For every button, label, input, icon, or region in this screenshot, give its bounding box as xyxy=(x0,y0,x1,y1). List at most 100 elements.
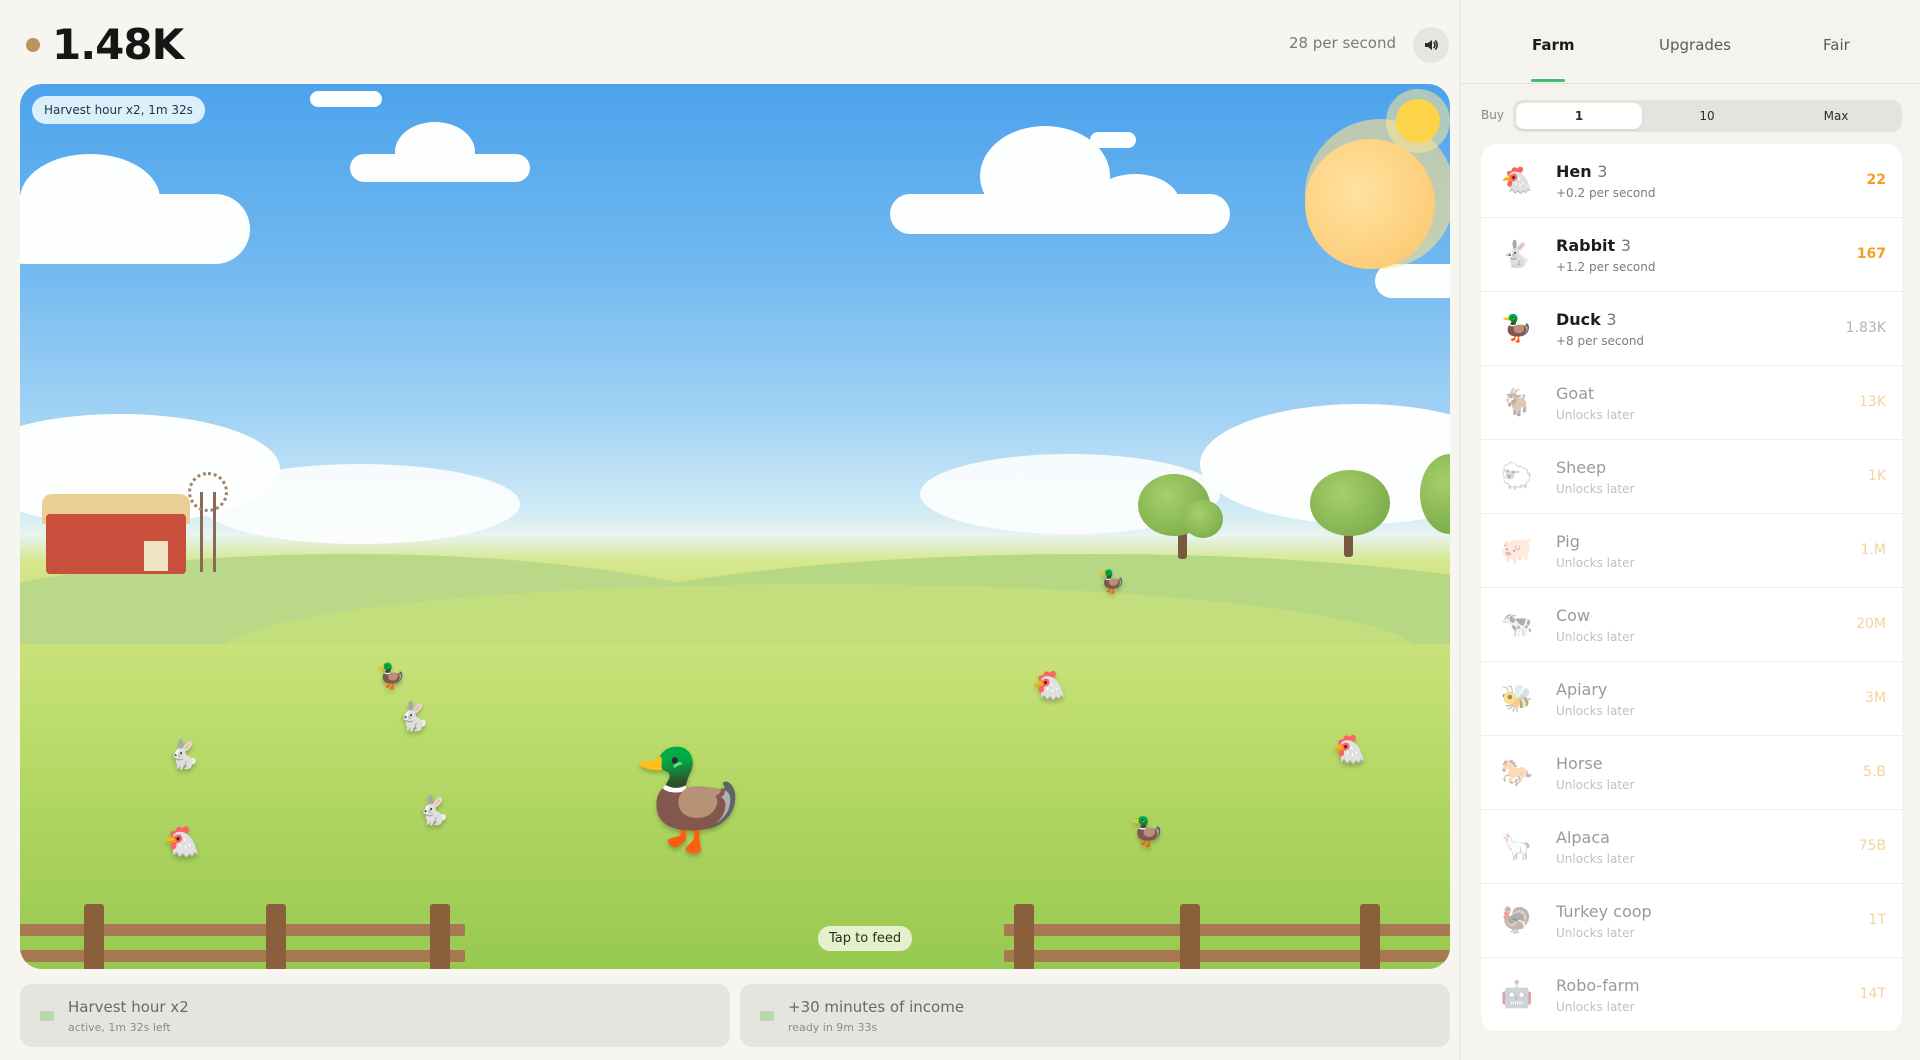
tab-farm[interactable]: Farm xyxy=(1532,36,1575,54)
duck-icon: 🦆 xyxy=(630,742,750,855)
sheep-icon: 🐑 xyxy=(1500,462,1534,492)
shop-item-sheep[interactable]: 🐑 Sheep Unlocks later 1K xyxy=(1481,440,1902,514)
buy-quantity-label: Buy xyxy=(1481,108,1504,122)
shop-item-count: 3 xyxy=(1597,162,1608,181)
bonus-coin-icon[interactable] xyxy=(1396,99,1440,143)
shop-item-price: 75B xyxy=(1858,838,1886,854)
shop-item-title: Cow xyxy=(1556,606,1591,625)
shop-item-name: Alpaca xyxy=(1556,828,1610,847)
shop-item-title: Duck xyxy=(1556,310,1601,329)
shop-item-title: Goat xyxy=(1556,384,1595,403)
shop-item-goat[interactable]: 🐐 Goat Unlocks later 13K xyxy=(1481,366,1902,440)
robot-icon: 🤖 xyxy=(1500,980,1534,1010)
shop-item-count: 3 xyxy=(1620,236,1631,255)
active-boost-badge: Harvest hour x2, 1m 32s xyxy=(32,96,205,124)
horse-icon: 🐎 xyxy=(1500,758,1534,788)
shop-item-subtitle: +1.2 per second xyxy=(1556,260,1656,274)
balance-value: 1.48K xyxy=(52,20,184,69)
shop-item-price: 3M xyxy=(1865,690,1886,706)
tab-fair[interactable]: Fair xyxy=(1823,36,1850,54)
farm-scene[interactable]: 🦆 🐔 🐔 🐔 🐇 🐇 🐇 🦆 🦆 🦆 Harvest hour x2, 1m … xyxy=(20,84,1450,969)
shop-item-cow[interactable]: 🐄 Cow Unlocks later 20M xyxy=(1481,588,1902,662)
shop-item-horse[interactable]: 🐎 Horse Unlocks later 5.B xyxy=(1481,736,1902,810)
shop-item-price: 1T xyxy=(1868,912,1886,928)
shop-item-duck[interactable]: 🦆 Duck 3 +8 per second 1.83K xyxy=(1481,292,1902,366)
pig-icon: 🐖 xyxy=(1500,536,1534,566)
tree xyxy=(1300,460,1400,560)
rabbit-icon: 🐇 xyxy=(395,699,431,733)
shop-item-subtitle: Unlocks later xyxy=(1556,704,1635,718)
cloud xyxy=(20,154,160,244)
shop-item-pig[interactable]: 🐖 Pig Unlocks later 1.M xyxy=(1481,514,1902,588)
buy-1-option[interactable]: 1 xyxy=(1516,103,1642,129)
shop-item-name: Robo-farm xyxy=(1556,976,1640,995)
shop-item-rabbit[interactable]: 🐇 Rabbit 3 +1.2 per second 167 xyxy=(1481,218,1902,292)
cloud xyxy=(1375,264,1450,298)
speaker-icon xyxy=(1425,40,1438,50)
shop-item-price: 14T xyxy=(1859,986,1886,1002)
hen-icon: 🐔 xyxy=(163,824,201,860)
shop-item-subtitle: Unlocks later xyxy=(1556,630,1635,644)
booster-subtitle: active, 1m 32s left xyxy=(68,1021,171,1034)
duck-icon: 🦆 xyxy=(1129,814,1165,848)
sound-toggle-button[interactable] xyxy=(1413,27,1449,63)
duck-icon: 🦆 xyxy=(1098,569,1126,595)
rabbit-icon: 🐇 xyxy=(415,793,451,827)
shop-item-price: 13K xyxy=(1859,394,1886,410)
shop-item-hen[interactable]: 🐔 Hen 3 +0.2 per second 22 xyxy=(1481,144,1902,218)
shop-item-alpaca[interactable]: 🦙 Alpaca Unlocks later 75B xyxy=(1481,810,1902,884)
shop-item-robo-farm[interactable]: 🤖 Robo-farm Unlocks later 14T xyxy=(1481,958,1902,1032)
shop-item-name: Goat xyxy=(1556,384,1594,403)
shop-item-price: 1.83K xyxy=(1845,320,1886,336)
hen-icon: 🐔 xyxy=(1331,732,1367,766)
shop-item-name: Pig xyxy=(1556,532,1580,551)
rabbit-icon: 🐇 xyxy=(165,737,201,771)
shop-item-price: 22 xyxy=(1866,172,1886,188)
shop-item-price: 20M xyxy=(1856,616,1886,632)
shop-item-title: Horse xyxy=(1556,754,1603,773)
booster-title: Harvest hour x2 xyxy=(68,998,189,1016)
shop-item-subtitle: Unlocks later xyxy=(1556,926,1635,940)
shop-item-count: 3 xyxy=(1606,310,1617,329)
game-area: 1.48K 28 per second 🦆 🐔 🐔 🐔 🐇 🐇 🐇 🦆 🦆 🦆 … xyxy=(0,0,1459,1060)
hen-icon: 🐔 xyxy=(1031,668,1067,702)
booster-income-bonus[interactable]: +30 minutes of income ready in 9m 33s xyxy=(740,984,1450,1047)
shop-item-turkey-coop[interactable]: 🦃 Turkey coop Unlocks later 1T xyxy=(1481,884,1902,958)
cloud xyxy=(1090,174,1180,234)
goat-icon: 🐐 xyxy=(1500,388,1534,418)
coin-icon xyxy=(26,38,40,52)
buy-quantity-selector: 1 10 Max xyxy=(1513,100,1902,132)
shop-item-title: Alpaca xyxy=(1556,828,1610,847)
shop-item-name: Duck 3 xyxy=(1556,310,1617,329)
shop-item-name: Rabbit 3 xyxy=(1556,236,1631,255)
duck-icon: 🦆 xyxy=(1500,314,1534,344)
booster-icon xyxy=(40,1011,54,1021)
shop-item-title: Sheep xyxy=(1556,458,1607,477)
shop-item-subtitle: +8 per second xyxy=(1556,334,1645,348)
booster-harvest-hour[interactable]: Harvest hour x2 active, 1m 32s left xyxy=(20,984,730,1047)
shop-item-title: Apiary xyxy=(1556,680,1608,699)
animal-list: 🐔 Hen 3 +0.2 per second 22 🐇 Rabbit 3 +1.2 per… xyxy=(1481,144,1902,1032)
shop-item-subtitle: Unlocks later xyxy=(1556,852,1635,866)
income-rate: 28 per second xyxy=(1288,34,1396,52)
shop-item-title: Hen xyxy=(1556,162,1592,181)
shop-item-name: Cow xyxy=(1556,606,1590,625)
shop-item-title: Robo-farm xyxy=(1556,976,1640,995)
shop-item-apiary[interactable]: 🐝 Apiary Unlocks later 3M xyxy=(1481,662,1902,736)
tab-upgrades[interactable]: Upgrades xyxy=(1659,36,1731,54)
rabbit-icon: 🐇 xyxy=(1500,240,1534,270)
shop-item-name: Horse xyxy=(1556,754,1603,773)
shop-item-subtitle: Unlocks later xyxy=(1556,408,1635,422)
cloud xyxy=(395,122,475,182)
shop-item-name: Sheep xyxy=(1556,458,1606,477)
alpaca-icon: 🦙 xyxy=(1500,832,1534,862)
buy-10-option[interactable]: 10 xyxy=(1644,103,1770,129)
fence-right xyxy=(1004,904,1450,969)
shop-item-subtitle: Unlocks later xyxy=(1556,482,1635,496)
shop-item-name: Apiary xyxy=(1556,680,1607,699)
sun xyxy=(1305,139,1435,269)
buy-max-option[interactable]: Max xyxy=(1773,103,1899,129)
hen-icon: 🐔 xyxy=(1500,166,1534,196)
duck-icon: 🦆 xyxy=(376,662,406,690)
shop-item-subtitle: Unlocks later xyxy=(1556,556,1635,570)
